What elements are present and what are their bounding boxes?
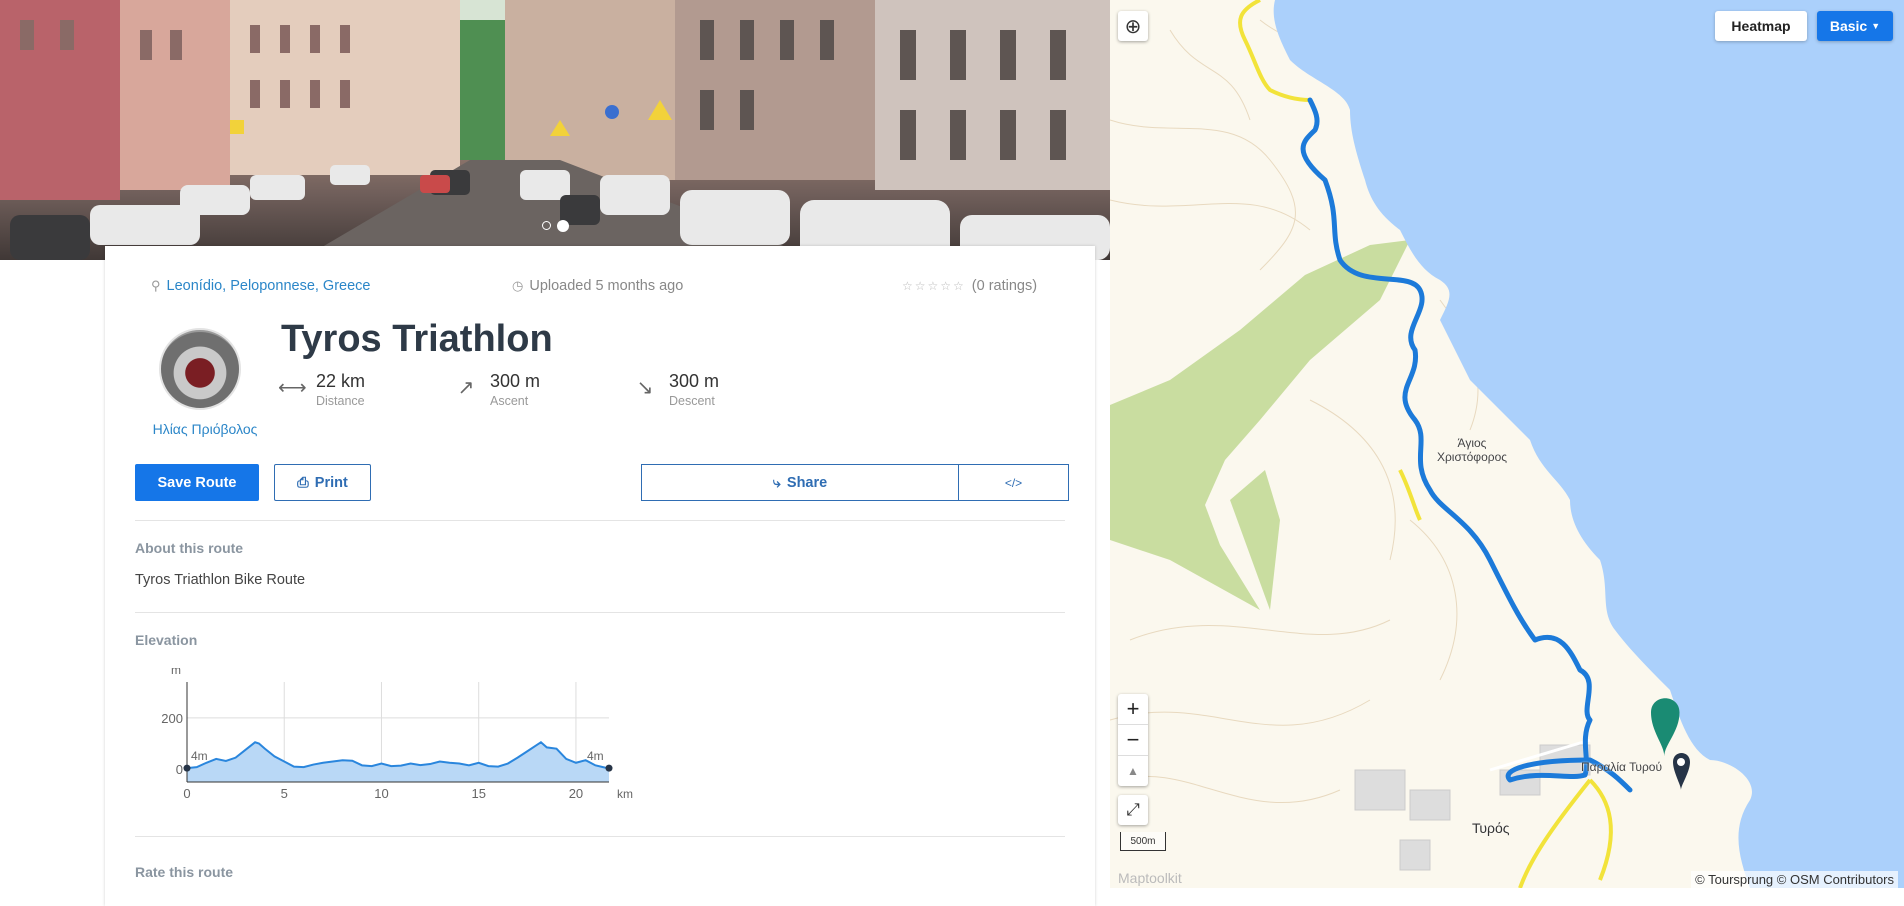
code-icon: </>	[1004, 475, 1023, 490]
uploaded-text: Uploaded 5 months ago	[529, 278, 684, 294]
stat-label: Descent	[669, 394, 715, 408]
embed-button[interactable]: </>	[959, 464, 1069, 501]
start-marker	[1651, 698, 1680, 757]
map-brand: Maptoolkit	[1118, 870, 1182, 886]
x-axis-label: km	[617, 787, 633, 801]
location-link[interactable]: Leonídio, Peloponnese, Greece	[167, 278, 371, 294]
carousel-dot-2[interactable]	[557, 219, 569, 232]
stat-ascent: ↗ 300 m Ascent	[452, 371, 540, 408]
zoom-out-button[interactable]: −	[1118, 725, 1148, 756]
town-label: Τυρός	[1472, 820, 1510, 836]
zoom-controls: + − ▲	[1118, 694, 1148, 786]
carousel-dot-1[interactable]	[542, 221, 551, 230]
hero-image	[0, 0, 1110, 260]
print-label: Print	[314, 474, 348, 491]
rating-meta: ☆☆☆☆☆ (0 ratings)	[902, 278, 1037, 294]
basemap-dropdown[interactable]: Basic ▼	[1817, 11, 1893, 41]
print-button[interactable]: ⎙ Print	[274, 464, 371, 501]
distance-icon: ⟷	[278, 377, 307, 399]
locate-button[interactable]: ⊕	[1118, 11, 1148, 41]
x-tick-label: 10	[374, 786, 388, 801]
route-title: Tyros Triathlon	[281, 318, 553, 360]
share-button[interactable]: ⤷ Share	[641, 464, 959, 501]
zoom-in-button[interactable]: +	[1118, 694, 1148, 725]
elevation-chart[interactable]: 0 5 10 15 200200mkm4m 4m	[135, 668, 735, 828]
stat-distance: ⟷ 22 km Distance	[278, 371, 365, 408]
location-pin-icon: ⚲	[151, 278, 161, 293]
share-icon: ⤷	[772, 474, 781, 491]
author-name[interactable]: Ηλίας Πριόβολος	[130, 421, 280, 437]
ratings-count: (0 ratings)	[971, 278, 1038, 294]
share-group: ⤷ Share </>	[641, 464, 1069, 501]
route-card: ⚲ Leonídio, Peloponnese, Greece ◷ Upload…	[105, 246, 1095, 906]
divider	[135, 612, 1065, 613]
stat-label: Distance	[316, 394, 365, 408]
stat-value: 22 km	[316, 371, 366, 391]
start-elevation-label: 4m	[191, 749, 208, 763]
caret-down-icon: ▼	[1871, 21, 1881, 31]
road	[1398, 469, 1422, 521]
heatmap-button[interactable]: Heatmap	[1715, 11, 1807, 41]
elevation-heading: Elevation	[135, 632, 198, 648]
x-tick-label: 20	[569, 786, 583, 801]
compass-button[interactable]: ▲	[1118, 756, 1148, 786]
end-marker	[1673, 753, 1690, 790]
crosshair-icon: ⊕	[1124, 15, 1142, 38]
clock-icon: ◷	[512, 278, 524, 293]
rate-heading: Rate this route	[135, 864, 234, 880]
y-axis-label: m	[171, 668, 181, 677]
expand-icon: ⤢	[1126, 800, 1140, 819]
elevation-area	[187, 742, 609, 782]
map-scale: 500m	[1120, 832, 1166, 851]
stat-value: 300 m	[669, 371, 720, 391]
beach-label: Παραλία Τυρού	[1581, 760, 1663, 774]
stat-descent: ↘ 300 m Descent	[631, 371, 719, 408]
avatar[interactable]	[159, 328, 241, 410]
save-route-button[interactable]: Save Route	[135, 464, 259, 501]
fullscreen-button[interactable]: ⤢	[1118, 795, 1148, 825]
carousel-dots	[542, 219, 569, 232]
about-text: Tyros Triathlon Bike Route	[135, 572, 306, 588]
descent-icon: ↘	[636, 377, 654, 399]
about-heading: About this route	[135, 540, 244, 556]
x-tick-label: 0	[183, 786, 190, 801]
chapel-label: Άγιος Χριστόφορος	[1436, 436, 1508, 464]
y-tick-label: 0	[176, 762, 183, 777]
x-tick-label: 15	[471, 786, 485, 801]
route-map[interactable]: Άγιος Χριστόφορος Παραλία Τυρού Τυρός ⊕ …	[1110, 0, 1904, 888]
printer-icon: ⎙	[297, 474, 309, 491]
map-attribution[interactable]: © Toursprung © OSM Contributors	[1691, 871, 1898, 888]
road	[1518, 778, 1592, 888]
uploaded-meta: ◷ Uploaded 5 months ago	[512, 278, 683, 294]
stat-value: 300 m	[490, 371, 541, 391]
share-label: Share	[786, 474, 828, 491]
divider	[135, 520, 1065, 521]
end-elevation-label: 4m	[587, 749, 604, 763]
stat-label: Ascent	[490, 394, 529, 408]
x-tick-label: 5	[281, 786, 288, 801]
road	[1588, 778, 1613, 881]
rating-stars-icon[interactable]: ☆☆☆☆☆	[902, 279, 966, 293]
location-meta: ⚲ Leonídio, Peloponnese, Greece	[151, 278, 371, 294]
y-tick-label: 200	[161, 711, 183, 726]
ascent-icon: ↗	[457, 377, 475, 399]
end-point	[605, 764, 613, 772]
basemap-label: Basic	[1829, 18, 1868, 34]
divider	[135, 836, 1065, 837]
start-point	[183, 764, 191, 772]
